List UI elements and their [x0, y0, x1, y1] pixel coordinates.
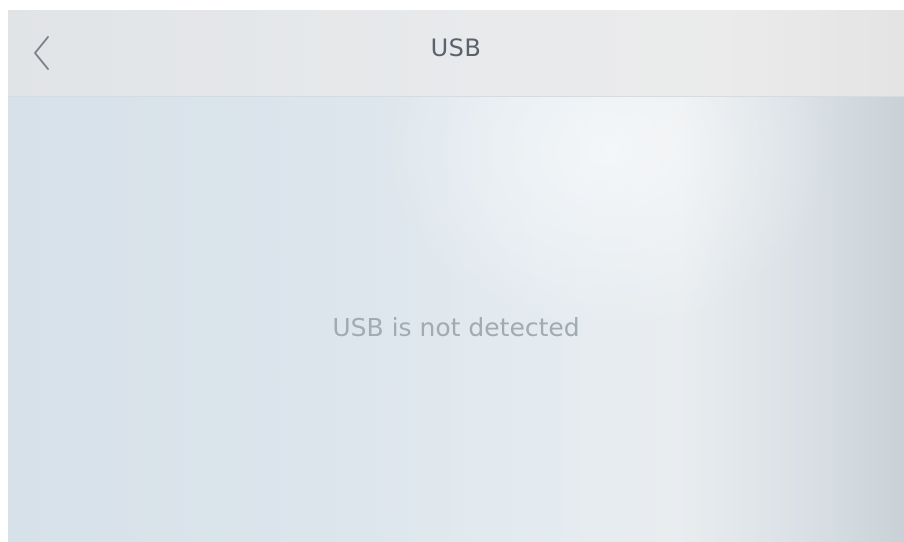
- page-title: USB: [430, 34, 482, 62]
- top-bar: USB: [8, 10, 904, 97]
- usb-screen: USB USB is not detected: [8, 10, 904, 542]
- content-area: USB is not detected: [8, 97, 904, 542]
- status-message: USB is not detected: [332, 313, 580, 342]
